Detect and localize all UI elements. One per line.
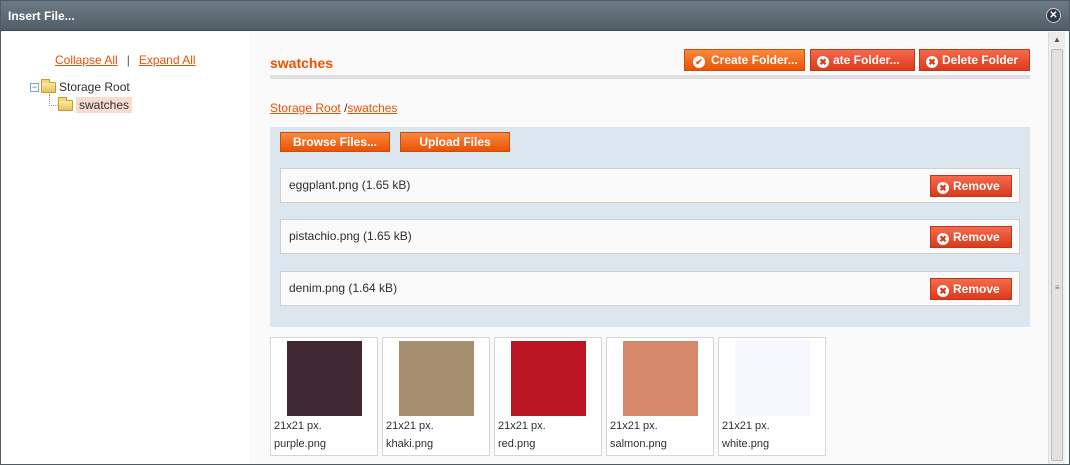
file-thumbnail[interactable]: 21x21 px. white.png <box>718 337 826 456</box>
tree-connector <box>49 105 58 106</box>
thumbnail-filename: khaki.png <box>386 438 434 450</box>
close-icon[interactable]: ✕ <box>1046 8 1061 23</box>
vertical-scrollbar[interactable]: ▲ ≡ <box>1048 32 1065 464</box>
file-thumbnail[interactable]: 21x21 px. purple.png <box>270 337 378 456</box>
thumbnail-dimensions: 21x21 px. <box>386 420 434 432</box>
button-label: Remove <box>953 282 1000 296</box>
cancel-icon: ✖ <box>937 285 949 297</box>
button-label: Remove <box>953 179 1000 193</box>
thumbnail-image <box>287 341 362 416</box>
thumbnail-dimensions: 21x21 px. <box>722 420 770 432</box>
collapse-all-link[interactable]: Collapse All <box>55 53 118 67</box>
thumbnail-filename: white.png <box>722 438 770 450</box>
folder-tree-pane: Collapse All | Expand All − Storage Root sw… <box>1 32 249 464</box>
remove-button[interactable]: ✖ Remove <box>930 278 1012 300</box>
thumbnail-image <box>511 341 586 416</box>
thumbnail-dimensions: 21x21 px. <box>498 420 546 432</box>
thumbnail-image <box>623 341 698 416</box>
upload-queue-item: pistachio.png (1.65 kB) ✖ Remove <box>280 219 1020 254</box>
thumbnail-image <box>735 341 810 416</box>
tree-node-swatches[interactable]: swatches <box>58 97 133 113</box>
cancel-icon: ✖ <box>817 56 829 68</box>
thumbnail-filename: salmon.png <box>610 438 667 450</box>
cancel-icon: ✖ <box>926 56 938 68</box>
upload-queue-item: eggplant.png (1.65 kB) ✖ Remove <box>280 168 1020 203</box>
remove-button[interactable]: ✖ Remove <box>930 175 1012 197</box>
tree-node-label: Storage Root <box>59 80 130 94</box>
grip-icon: ≡ <box>1055 283 1060 292</box>
queue-file-name: denim.png (1.64 kB) <box>289 281 398 295</box>
create-folder-button[interactable]: ✔ Create Folder... <box>684 49 805 71</box>
tree-node-label: swatches <box>76 97 133 113</box>
button-label: Delete Folder <box>942 53 1019 67</box>
expand-all-link[interactable]: Expand All <box>139 53 196 67</box>
check-icon: ✔ <box>693 56 705 68</box>
upload-panel: Browse Files... Upload Files eggplant.pn… <box>270 127 1030 327</box>
thumbnail-image <box>399 341 474 416</box>
insert-file-dialog: Insert File... ✕ Collapse All | Expand All… <box>0 0 1070 465</box>
dialog-titlebar: Insert File... ✕ <box>1 1 1069 31</box>
title-divider <box>270 75 1030 79</box>
cancel-icon: ✖ <box>937 233 949 245</box>
remove-button[interactable]: ✖ Remove <box>930 226 1012 248</box>
browse-files-button[interactable]: Browse Files... <box>280 132 390 152</box>
queue-file-name: pistachio.png (1.65 kB) <box>289 229 412 243</box>
scroll-up-icon[interactable]: ▲ <box>1049 32 1065 48</box>
breadcrumb-root[interactable]: Storage Root <box>270 101 341 115</box>
queue-file-name: eggplant.png (1.65 kB) <box>289 178 411 192</box>
folder-open-icon <box>58 97 73 112</box>
thumbnail-dimensions: 21x21 px. <box>274 420 322 432</box>
button-label: Create Folder... <box>711 53 798 67</box>
scrollbar-thumb[interactable]: ≡ <box>1051 49 1063 461</box>
button-label: Remove <box>953 230 1000 244</box>
thumbnail-dimensions: 21x21 px. <box>610 420 658 432</box>
file-thumbnail[interactable]: 21x21 px. khaki.png <box>382 337 490 456</box>
folder-icon <box>41 79 56 94</box>
cancel-icon: ✖ <box>937 182 949 194</box>
upload-queue-item: denim.png (1.64 kB) ✖ Remove <box>280 271 1020 306</box>
tree-controls: Collapse All | Expand All <box>55 53 196 67</box>
thumbnail-filename: red.png <box>498 438 536 450</box>
button-label: ate Folder... <box>833 53 900 67</box>
tree-node-storage-root[interactable]: − Storage Root <box>30 79 130 94</box>
tree-links-separator: | <box>126 53 130 67</box>
breadcrumb: Storage Root /swatches <box>270 101 397 115</box>
delete-folder-button[interactable]: ✖ Delete Folder <box>919 49 1030 71</box>
file-thumbnail[interactable]: 21x21 px. salmon.png <box>606 337 714 456</box>
breadcrumb-current[interactable]: swatches <box>347 101 397 115</box>
upload-files-button[interactable]: Upload Files <box>400 132 510 152</box>
dialog-title: Insert File... <box>8 9 75 23</box>
content-title: swatches <box>270 55 334 71</box>
delete-folder-button-partial[interactable]: ✖ ate Folder... <box>810 49 915 71</box>
file-thumbnail[interactable]: 21x21 px. red.png <box>494 337 602 456</box>
collapse-toggle-icon[interactable]: − <box>30 83 39 93</box>
thumbnail-filename: purple.png <box>274 438 326 450</box>
